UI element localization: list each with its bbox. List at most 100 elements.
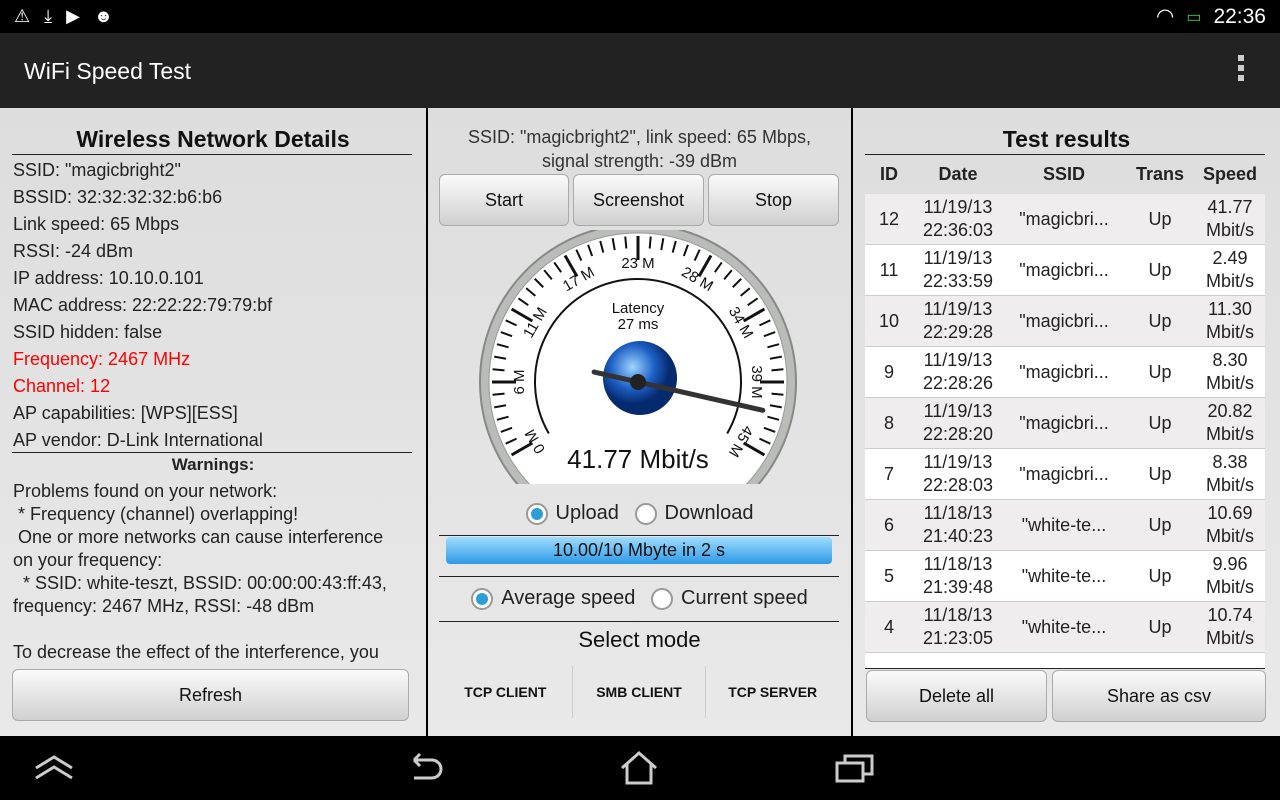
share-csv-button[interactable]: Share as csv — [1052, 670, 1266, 722]
detail-line: AP vendor: D-Link International — [13, 430, 263, 450]
gauge-label: 6 M — [511, 369, 528, 394]
cell-ssid: "magicbri... — [1003, 463, 1125, 486]
cell-ssid: "magicbri... — [1003, 361, 1125, 384]
result-row[interactable]: 8 11/19/13 22:28:20 "magicbri... Up 20.82 Mbit… — [865, 398, 1265, 449]
result-row[interactable]: 10 11/19/13 22:29:28 "magicbri... Up 11.30 Mbi… — [865, 296, 1265, 347]
cell-text: Up — [1148, 259, 1172, 280]
gauge-tick — [492, 368, 505, 372]
detail-line: IP address: 10.10.0.101 — [13, 268, 204, 288]
overflow-menu-icon[interactable] — [1238, 55, 1244, 81]
progress-text: 10.00/10 Mbyte in 2 s — [552, 540, 726, 560]
cell-text: 10.69 — [1207, 503, 1253, 523]
cell-ssid: "magicbri... — [1003, 259, 1125, 282]
action-bar: WiFi Speed Test — [0, 33, 1280, 108]
latency-value: 27 ms — [618, 316, 659, 333]
result-row[interactable]: 6 11/18/13 21:40:23 "white-te... Up 10.69 Mbit… — [865, 500, 1265, 551]
play-store-icon: ▶ — [66, 6, 80, 26]
cell-text: "magicbri... — [1019, 259, 1109, 280]
app-title: WiFi Speed Test — [24, 58, 192, 84]
cell-text: Mbit/s — [1205, 577, 1254, 597]
cell-date: 11/19/13 22:28:03 — [913, 451, 1003, 497]
delete-all-button[interactable]: Delete all — [866, 670, 1047, 722]
mode-smb-client[interactable]: SMB CLIENT — [573, 666, 707, 718]
cell-id: 12 — [865, 208, 913, 231]
detail-line: MAC address: 22:22:22:79:79:bf — [13, 295, 273, 315]
cell-date: 11/18/13 21:40:23 — [913, 502, 1003, 548]
cell-speed: 10.74 Mbit/s — [1195, 604, 1265, 650]
cell-text: 41.77 — [1207, 197, 1253, 217]
cell-text: Up — [1148, 514, 1172, 535]
screenshot-button[interactable]: Screenshot — [573, 174, 704, 226]
cell-text: 10 — [878, 310, 900, 331]
cell-text: 22:33:59 — [922, 271, 994, 291]
cell-text: 22:28:03 — [922, 475, 994, 495]
cell-id: 4 — [865, 616, 913, 639]
cell-text: 9 — [883, 361, 894, 382]
cell-id: 11 — [865, 259, 913, 282]
cell-text: 22:28:20 — [922, 424, 994, 444]
gauge-label: 23 M — [621, 255, 654, 272]
results-title: Test results — [1002, 126, 1131, 152]
cell-text: "white-te... — [1021, 616, 1107, 637]
warning-line — [13, 618, 418, 641]
cell-ssid: "magicbri... — [1003, 412, 1125, 435]
start-button[interactable]: Start — [439, 174, 569, 226]
warning-icon: ⚠ — [14, 6, 31, 26]
cell-text: 22:29:28 — [922, 322, 994, 342]
cell-text: Mbit/s — [1205, 271, 1254, 291]
warning-line: Problems found on your network: — [13, 481, 278, 501]
cell-ssid: "white-te... — [1003, 514, 1125, 537]
cell-id: 10 — [865, 310, 913, 333]
average-label: Average speed — [501, 587, 636, 609]
cell-text: 12 — [878, 208, 900, 229]
cell-text: 11 — [879, 259, 899, 280]
back-icon[interactable] — [404, 752, 444, 784]
wifi-icon: ◠ — [1155, 5, 1175, 28]
result-row[interactable]: 5 11/18/13 21:39:48 "white-te... Up 9.96 Mbit/… — [865, 551, 1265, 602]
result-row[interactable]: 7 11/19/13 22:28:03 "magicbri... Up 8.38 Mbit/… — [865, 449, 1265, 500]
cell-speed: 10.69 Mbit/s — [1195, 502, 1265, 548]
warning-line: One or more networks can cause interfere… — [13, 527, 384, 547]
warning-line: To decrease the effect of the interferen… — [13, 642, 379, 662]
refresh-button[interactable]: Refresh — [12, 669, 409, 721]
mode-tcp-server[interactable]: TCP SERVER — [706, 666, 839, 718]
cell-text: "magicbri... — [1019, 463, 1109, 484]
cell-text: Up — [1148, 208, 1172, 229]
warnings-text[interactable]: Problems found on your network: * Freque… — [13, 480, 418, 665]
detail-line-warning: Frequency: 2467 MHz — [13, 349, 191, 369]
results-list[interactable]: 12 11/19/13 22:36:03 "magicbri... Up 41.77 Mbi… — [865, 194, 1265, 668]
select-mode-title: Select mode — [578, 627, 701, 652]
results-panel: Test results ID Date SSID Trans Speed 12… — [853, 108, 1280, 736]
recent-apps-up-icon[interactable] — [34, 754, 74, 782]
result-row[interactable]: 9 11/19/13 22:28:26 "magicbri... Up 8.30 Mbit/… — [865, 347, 1265, 398]
result-row[interactable]: 12 11/19/13 22:36:03 "magicbri... Up 41.77 Mbi… — [865, 194, 1265, 245]
recent-apps-icon[interactable] — [834, 752, 876, 784]
cell-text: 2.49 — [1212, 248, 1248, 268]
download-radio[interactable]: Download — [634, 502, 753, 525]
cell-text: "magicbri... — [1019, 208, 1109, 229]
home-icon[interactable] — [618, 750, 660, 786]
cell-text: 11/19/13 — [923, 401, 993, 421]
cell-text: 20.82 — [1207, 401, 1253, 421]
current-speed-radio[interactable]: Current speed — [651, 587, 808, 610]
result-row[interactable]: 4 11/18/13 21:23:05 "white-te... Up 10.74 Mbit… — [865, 602, 1265, 653]
cell-text: Mbit/s — [1205, 475, 1254, 495]
cell-speed: 20.82 Mbit/s — [1195, 400, 1265, 446]
signal-info: signal strength: -39 dBm — [541, 151, 738, 171]
stop-button[interactable]: Stop — [708, 174, 839, 226]
cell-text: "magicbri... — [1019, 412, 1109, 433]
gauge-tick — [624, 236, 628, 249]
mode-tcp-client[interactable]: TCP CLIENT — [439, 666, 573, 718]
cell-speed: 8.38 Mbit/s — [1195, 451, 1265, 497]
cell-id: 7 — [865, 463, 913, 486]
average-speed-radio[interactable]: Average speed — [471, 587, 636, 610]
cell-text: Mbit/s — [1205, 628, 1254, 648]
cell-text: "magicbri... — [1019, 310, 1109, 331]
gauge-tick — [648, 236, 652, 249]
result-row[interactable]: 11 11/19/13 22:33:59 "magicbri... Up 2.49 Mbit… — [865, 245, 1265, 296]
cell-text: 10.74 — [1207, 605, 1253, 625]
detail-line: BSSID: 32:32:32:32:b6:b6 — [13, 187, 223, 207]
cell-id: 6 — [865, 514, 913, 537]
current-label: Current speed — [681, 587, 808, 609]
upload-radio[interactable]: Upload — [525, 502, 619, 525]
